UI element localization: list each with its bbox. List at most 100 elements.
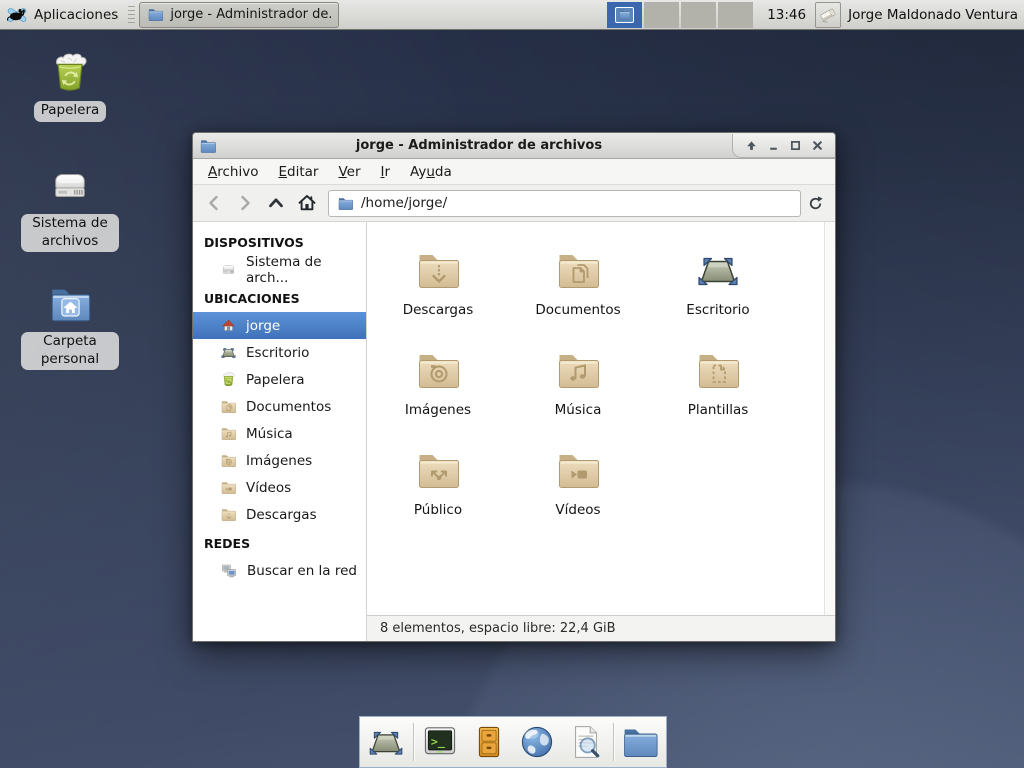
file-label: Música [555,402,602,418]
path-text: /home/jorge/ [361,195,447,211]
back-button[interactable] [198,189,229,218]
minimize-button[interactable] [762,134,784,156]
folder-documents-icon [220,398,237,415]
applications-menu-button[interactable]: Aplicaciones [4,3,126,27]
sidebar-item-escritorio[interactable]: Escritorio [193,339,366,366]
file-videos[interactable]: Vídeos [511,446,645,518]
trash-icon [47,50,93,96]
titlebar[interactable]: jorge - Administrador de archivos [193,133,835,159]
workspace-3[interactable] [681,2,716,28]
clock[interactable]: 13:46 [767,7,806,23]
menu-ver[interactable]: Ver [328,161,370,183]
menubar: Archivo Editar Ver Ir Ayuda [193,159,835,185]
drive-icon [220,261,237,278]
terminal-launcher[interactable] [418,719,462,765]
sidebar-item-label: Escritorio [246,345,309,361]
sidebar-item-label: Descargas [246,507,317,523]
sidebar-item-imagenes[interactable]: Imágenes [193,447,366,474]
show-desktop-button[interactable] [364,719,408,765]
maximize-button[interactable] [784,134,806,156]
sidebar-header-places: UBICACIONES [193,283,366,312]
folder-templates-icon [694,346,742,394]
sidebar-item-label: Buscar en la red [247,563,357,579]
top-panel: Aplicaciones jorge - Administrador de...… [0,0,1024,30]
sidebar-item-buscar-red[interactable]: Buscar en la red [193,557,366,584]
terminal-icon [420,722,460,762]
menu-ayuda[interactable]: Ayuda [400,161,462,183]
sidebar-item-jorge[interactable]: jorge [193,312,366,339]
vertical-scrollbar[interactable] [824,222,835,615]
sidebar-item-label: Imágenes [246,453,312,469]
desktop-icon-trash[interactable]: Papelera [18,50,122,122]
status-bar: 8 elementos, espacio libre: 22,4 GiB [367,615,835,641]
close-button[interactable] [806,134,828,156]
home-folder-icon [47,281,93,327]
web-browser-launcher[interactable] [516,719,560,765]
workspace-2[interactable] [644,2,679,28]
file-plantillas[interactable]: Plantillas [651,346,785,418]
file-label: Plantillas [688,402,749,418]
reload-button[interactable] [801,190,830,217]
workspace-pager [607,2,753,28]
home-button[interactable] [291,189,322,218]
file-cabinet-launcher[interactable] [467,719,511,765]
file-manager-icon [620,722,660,762]
file-view[interactable]: Descargas Documentos Escritorio Imágenes… [367,222,835,615]
folder-public-icon [414,446,462,494]
menu-editar[interactable]: Editar [268,161,328,183]
folder-music-icon [220,425,237,442]
taskbar-window-button[interactable]: jorge - Administrador de... [139,2,339,28]
sidebar-item-papelera[interactable]: Papelera [193,366,366,393]
file-cabinet-icon [469,722,509,762]
web-browser-icon [517,722,557,762]
file-label: Imágenes [405,402,471,418]
up-button[interactable] [260,189,291,218]
trash-icon [220,371,237,388]
show-desktop-icon [366,722,406,762]
file-descargas[interactable]: Descargas [371,246,505,318]
desktop-icon-filesystem[interactable]: Sistema de archivos [18,163,122,252]
sidebar-item-videos[interactable]: Vídeos [193,474,366,501]
applications-menu-label: Aplicaciones [34,7,118,23]
forward-button[interactable] [229,189,260,218]
menu-archivo[interactable]: Archivo [198,161,268,183]
file-label: Documentos [535,302,620,318]
file-search-icon [566,722,606,762]
toolbar: /home/jorge/ [193,185,835,222]
file-search-launcher[interactable] [564,719,608,765]
workspace-1[interactable] [607,2,642,28]
file-documentos[interactable]: Documentos [511,246,645,318]
sidebar-item-label: Música [246,426,293,442]
file-escritorio[interactable]: Escritorio [651,246,785,318]
network-icon [220,562,238,580]
taskbar-grip[interactable] [128,6,135,24]
user-actions-button[interactable] [815,2,841,28]
taskbar-window-label: jorge - Administrador de... [170,7,331,22]
sidebar-item-descargas[interactable]: Descargas [193,501,366,528]
status-text: 8 elementos, espacio libre: 22,4 GiB [380,621,616,636]
sidebar-item-documentos[interactable]: Documentos [193,393,366,420]
folder-videos-icon [554,446,602,494]
user-name[interactable]: Jorge Maldonado Ventura [848,7,1018,23]
desktop-icon-label: Papelera [34,101,107,122]
folder-documents-icon [554,246,602,294]
file-manager-launcher[interactable] [618,719,662,765]
menu-ir[interactable]: Ir [371,161,401,183]
shade-button[interactable] [740,134,762,156]
dock-separator [613,723,614,761]
desktop-icon-home[interactable]: Carpeta personal [18,281,122,370]
sidebar-header-network: REDES [193,528,366,557]
desktop-icon-label: Sistema de archivos [21,214,119,252]
workspace-4[interactable] [718,2,753,28]
folder-videos-icon [220,479,237,496]
sidebar-item-filesystem[interactable]: Sistema de arch... [193,256,366,283]
file-musica[interactable]: Música [511,346,645,418]
path-bar[interactable]: /home/jorge/ [328,190,801,217]
sidebar-item-musica[interactable]: Música [193,420,366,447]
drive-icon [47,163,93,209]
workspace-window-thumbnail [615,7,634,23]
file-label: Escritorio [686,302,749,318]
file-publico[interactable]: Público [371,446,505,518]
file-imagenes[interactable]: Imágenes [371,346,505,418]
home-icon [220,317,237,334]
